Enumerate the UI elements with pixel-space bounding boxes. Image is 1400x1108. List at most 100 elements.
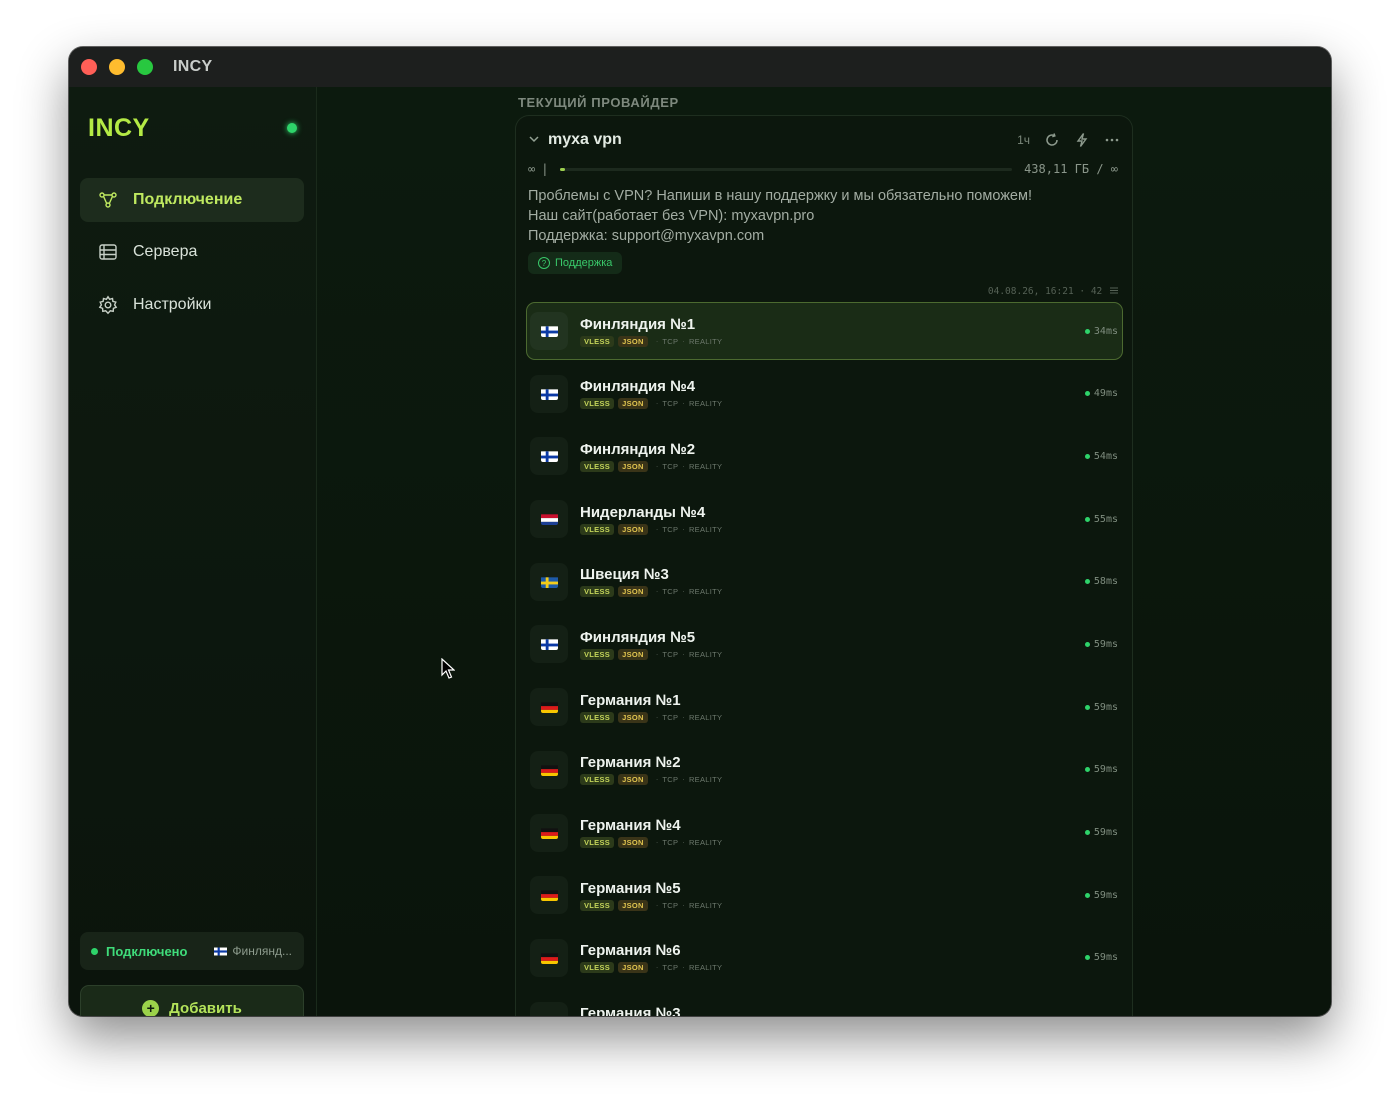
server-name: Германия №6 [580, 942, 681, 960]
server-row[interactable]: Германия №1 VLESS JSON · TCP · REALITY 5… [526, 678, 1123, 736]
security-label: REALITY [688, 524, 723, 534]
server-row[interactable]: Германия №3 VLESS JSON · TCP · REALITY 6… [526, 992, 1123, 1016]
tag-separator: · [655, 775, 659, 785]
connection-icon [97, 189, 119, 211]
connection-status[interactable]: Подключено Финлянд... [80, 932, 304, 970]
current-server-name: Финлянд... [232, 944, 292, 958]
more-icon[interactable] [1104, 132, 1120, 148]
flag-box [530, 562, 568, 601]
close-window-button[interactable] [81, 59, 97, 75]
server-row[interactable]: Германия №2 VLESS JSON · TCP · REALITY 5… [526, 741, 1123, 799]
ping-status-dot [1084, 892, 1090, 898]
ping-value: 54ms [1093, 450, 1118, 462]
minimize-window-button[interactable] [109, 59, 125, 75]
add-button[interactable]: + Добавить [80, 985, 304, 1016]
sidebar: INCY Подключение Сервера Настройки Подкл… [69, 87, 317, 1016]
server-info: Финляндия №2 VLESS JSON · TCP · REALITY [580, 441, 722, 472]
app-logo: INCY [88, 114, 150, 142]
protocol-tag: VLESS [580, 899, 615, 911]
server-row[interactable]: Германия №5 VLESS JSON · TCP · REALITY 5… [526, 866, 1123, 924]
server-name: Германия №1 [580, 691, 681, 709]
format-tag: JSON [618, 899, 648, 911]
flag-box [530, 625, 568, 664]
main-content: ТЕКУЩИЙ ПРОВАЙДЕР myxa vpn 1ч ∞ | 438,11… [317, 87, 1331, 1016]
tag-separator: · [655, 900, 659, 910]
support-button[interactable]: ? Поддержка [528, 252, 623, 274]
tag-separator: · [682, 649, 685, 659]
ping-status-dot [1084, 767, 1090, 773]
ping: 59ms [1084, 952, 1118, 963]
tag-separator: · [682, 775, 685, 785]
zoom-window-button[interactable] [137, 59, 153, 75]
description-line: Поддержка: support@myxavpn.com [528, 228, 765, 244]
ping-value: 59ms [1093, 889, 1118, 901]
sidebar-item-connection[interactable]: Подключение [80, 178, 304, 222]
server-row[interactable]: Финляндия №4 VLESS JSON · TCP · REALITY … [526, 365, 1123, 423]
finland-flag-icon [540, 388, 558, 400]
sidebar-item-settings[interactable]: Настройки [80, 283, 304, 327]
format-tag: JSON [618, 711, 648, 723]
server-list-icon [1110, 287, 1118, 294]
lightning-icon[interactable] [1074, 132, 1090, 148]
server-row[interactable]: Финляндия №2 VLESS JSON · TCP · REALITY … [526, 427, 1123, 485]
tag-separator: · [655, 587, 659, 597]
sidebar-item-servers[interactable]: Сервера [80, 230, 304, 274]
provider-card: myxa vpn 1ч ∞ | 438,11 ГБ / ∞ Проблемы с… [515, 115, 1133, 1016]
traffic-left: ∞ [528, 162, 536, 176]
server-name: Швеция №3 [580, 566, 669, 584]
description-line: Наш сайт(работает без VPN): myxavpn.pro [528, 208, 815, 224]
flag-box [530, 813, 568, 852]
format-tag: JSON [618, 523, 648, 535]
server-tags: VLESS JSON · TCP · REALITY [580, 398, 722, 410]
ping: 58ms [1084, 576, 1118, 587]
provider-name: myxa vpn [548, 131, 622, 148]
transport-label: TCP [662, 461, 679, 471]
section-title: ТЕКУЩИЙ ПРОВАЙДЕР [518, 95, 679, 110]
refresh-icon[interactable] [1044, 132, 1060, 148]
sweden-flag-icon [540, 576, 558, 588]
transport-label: TCP [662, 524, 679, 534]
ping-value: 59ms [1093, 827, 1118, 838]
tag-separator: · [682, 587, 685, 597]
transport-label: TCP [662, 336, 679, 346]
server-row[interactable]: Швеция №3 VLESS JSON · TCP · REALITY 58m… [526, 553, 1123, 611]
protocol-tag: VLESS [580, 586, 615, 598]
tag-separator: · [655, 399, 659, 409]
ping-value: 59ms [1093, 701, 1118, 713]
format-tag: JSON [618, 648, 648, 660]
provider-header[interactable]: myxa vpn 1ч [528, 128, 1120, 152]
server-row[interactable]: Германия №4 VLESS JSON · TCP · REALITY 5… [526, 804, 1123, 862]
protocol-tag: VLESS [580, 460, 615, 472]
ping-status-dot [1084, 391, 1090, 397]
window-title: INCY [173, 58, 213, 75]
update-interval: 1ч [1017, 133, 1030, 147]
flag-box [530, 500, 568, 539]
traffic-bar-fill [560, 167, 565, 171]
tag-separator: · [682, 336, 685, 346]
ping: 61ms [1085, 1015, 1118, 1016]
flag-box [530, 688, 568, 727]
server-row[interactable]: Германия №6 VLESS JSON · TCP · REALITY 5… [526, 929, 1123, 987]
chevron-down-icon[interactable] [528, 132, 540, 148]
ping: 59ms [1084, 764, 1118, 775]
netherlands-flag-icon [540, 513, 558, 526]
status-label: Подключено [106, 943, 188, 959]
flag-box [530, 876, 568, 915]
server-tags: VLESS JSON · TCP · REALITY [580, 648, 722, 660]
format-tag: JSON [618, 398, 648, 410]
server-row[interactable]: Нидерланды №4 VLESS JSON · TCP · REALITY… [526, 490, 1123, 548]
protocol-tag: VLESS [580, 335, 615, 347]
security-label: REALITY [688, 775, 723, 785]
server-name: Финляндия №4 [580, 378, 696, 396]
server-tags: VLESS JSON · TCP · REALITY [580, 523, 723, 535]
security-label: REALITY [688, 838, 723, 847]
servers-icon [97, 241, 119, 263]
server-row[interactable]: Финляндия №5 VLESS JSON · TCP · REALITY … [526, 615, 1123, 673]
ping-value: 59ms [1093, 638, 1118, 650]
server-row[interactable]: Финляндия №1 VLESS JSON · TCP · REALITY … [526, 302, 1123, 360]
description-line: Проблемы с VPN? Напиши в нашу поддержку … [528, 188, 1032, 204]
server-info: Финляндия №1 VLESS JSON · TCP · REALITY [580, 316, 722, 347]
ping: 59ms [1084, 701, 1118, 713]
flag-box [530, 312, 568, 350]
server-info: Германия №2 VLESS JSON · TCP · REALITY [580, 754, 723, 786]
